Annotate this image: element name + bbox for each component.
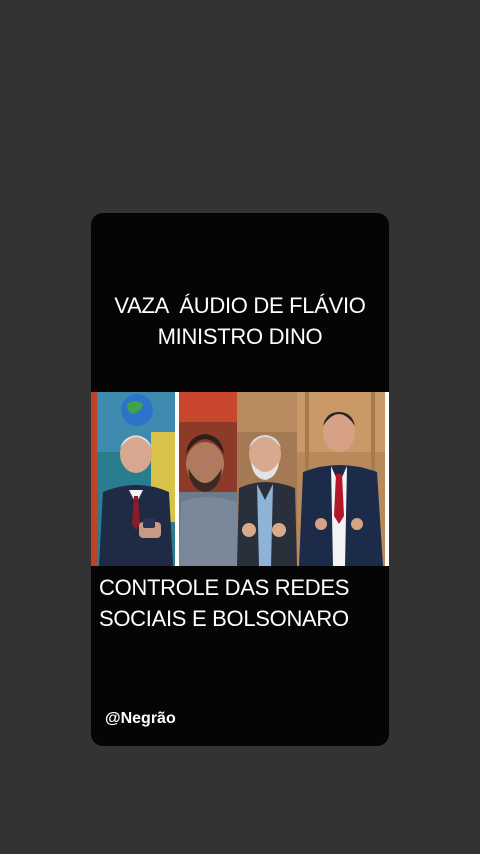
- headline-bottom-line-2: SOCIAIS E BOLSONARO: [99, 606, 349, 631]
- headline-top: VAZA ÁUDIO DE FLÁVIO MINISTRO DINO: [91, 290, 389, 352]
- photo-panel-2: [179, 392, 237, 566]
- headline-bottom: CONTROLE DAS REDES SOCIAIS E BOLSONARO: [91, 572, 389, 634]
- headline-bottom-line-1: CONTROLE DAS REDES: [99, 575, 350, 600]
- author-handle[interactable]: @Negrão: [105, 710, 176, 728]
- headline-top-line-2: MINISTRO DINO: [157, 324, 323, 349]
- photo-collage-image: [91, 392, 389, 566]
- photo-panel-1: [91, 392, 175, 566]
- photo-panel-4: [297, 392, 385, 566]
- photo-collage: [91, 392, 389, 566]
- story-card: VAZA ÁUDIO DE FLÁVIO MINISTRO DINO CONTR…: [91, 213, 389, 746]
- photo-panel-3: [237, 392, 297, 566]
- headline-top-line-1: VAZA ÁUDIO DE FLÁVIO: [114, 293, 366, 318]
